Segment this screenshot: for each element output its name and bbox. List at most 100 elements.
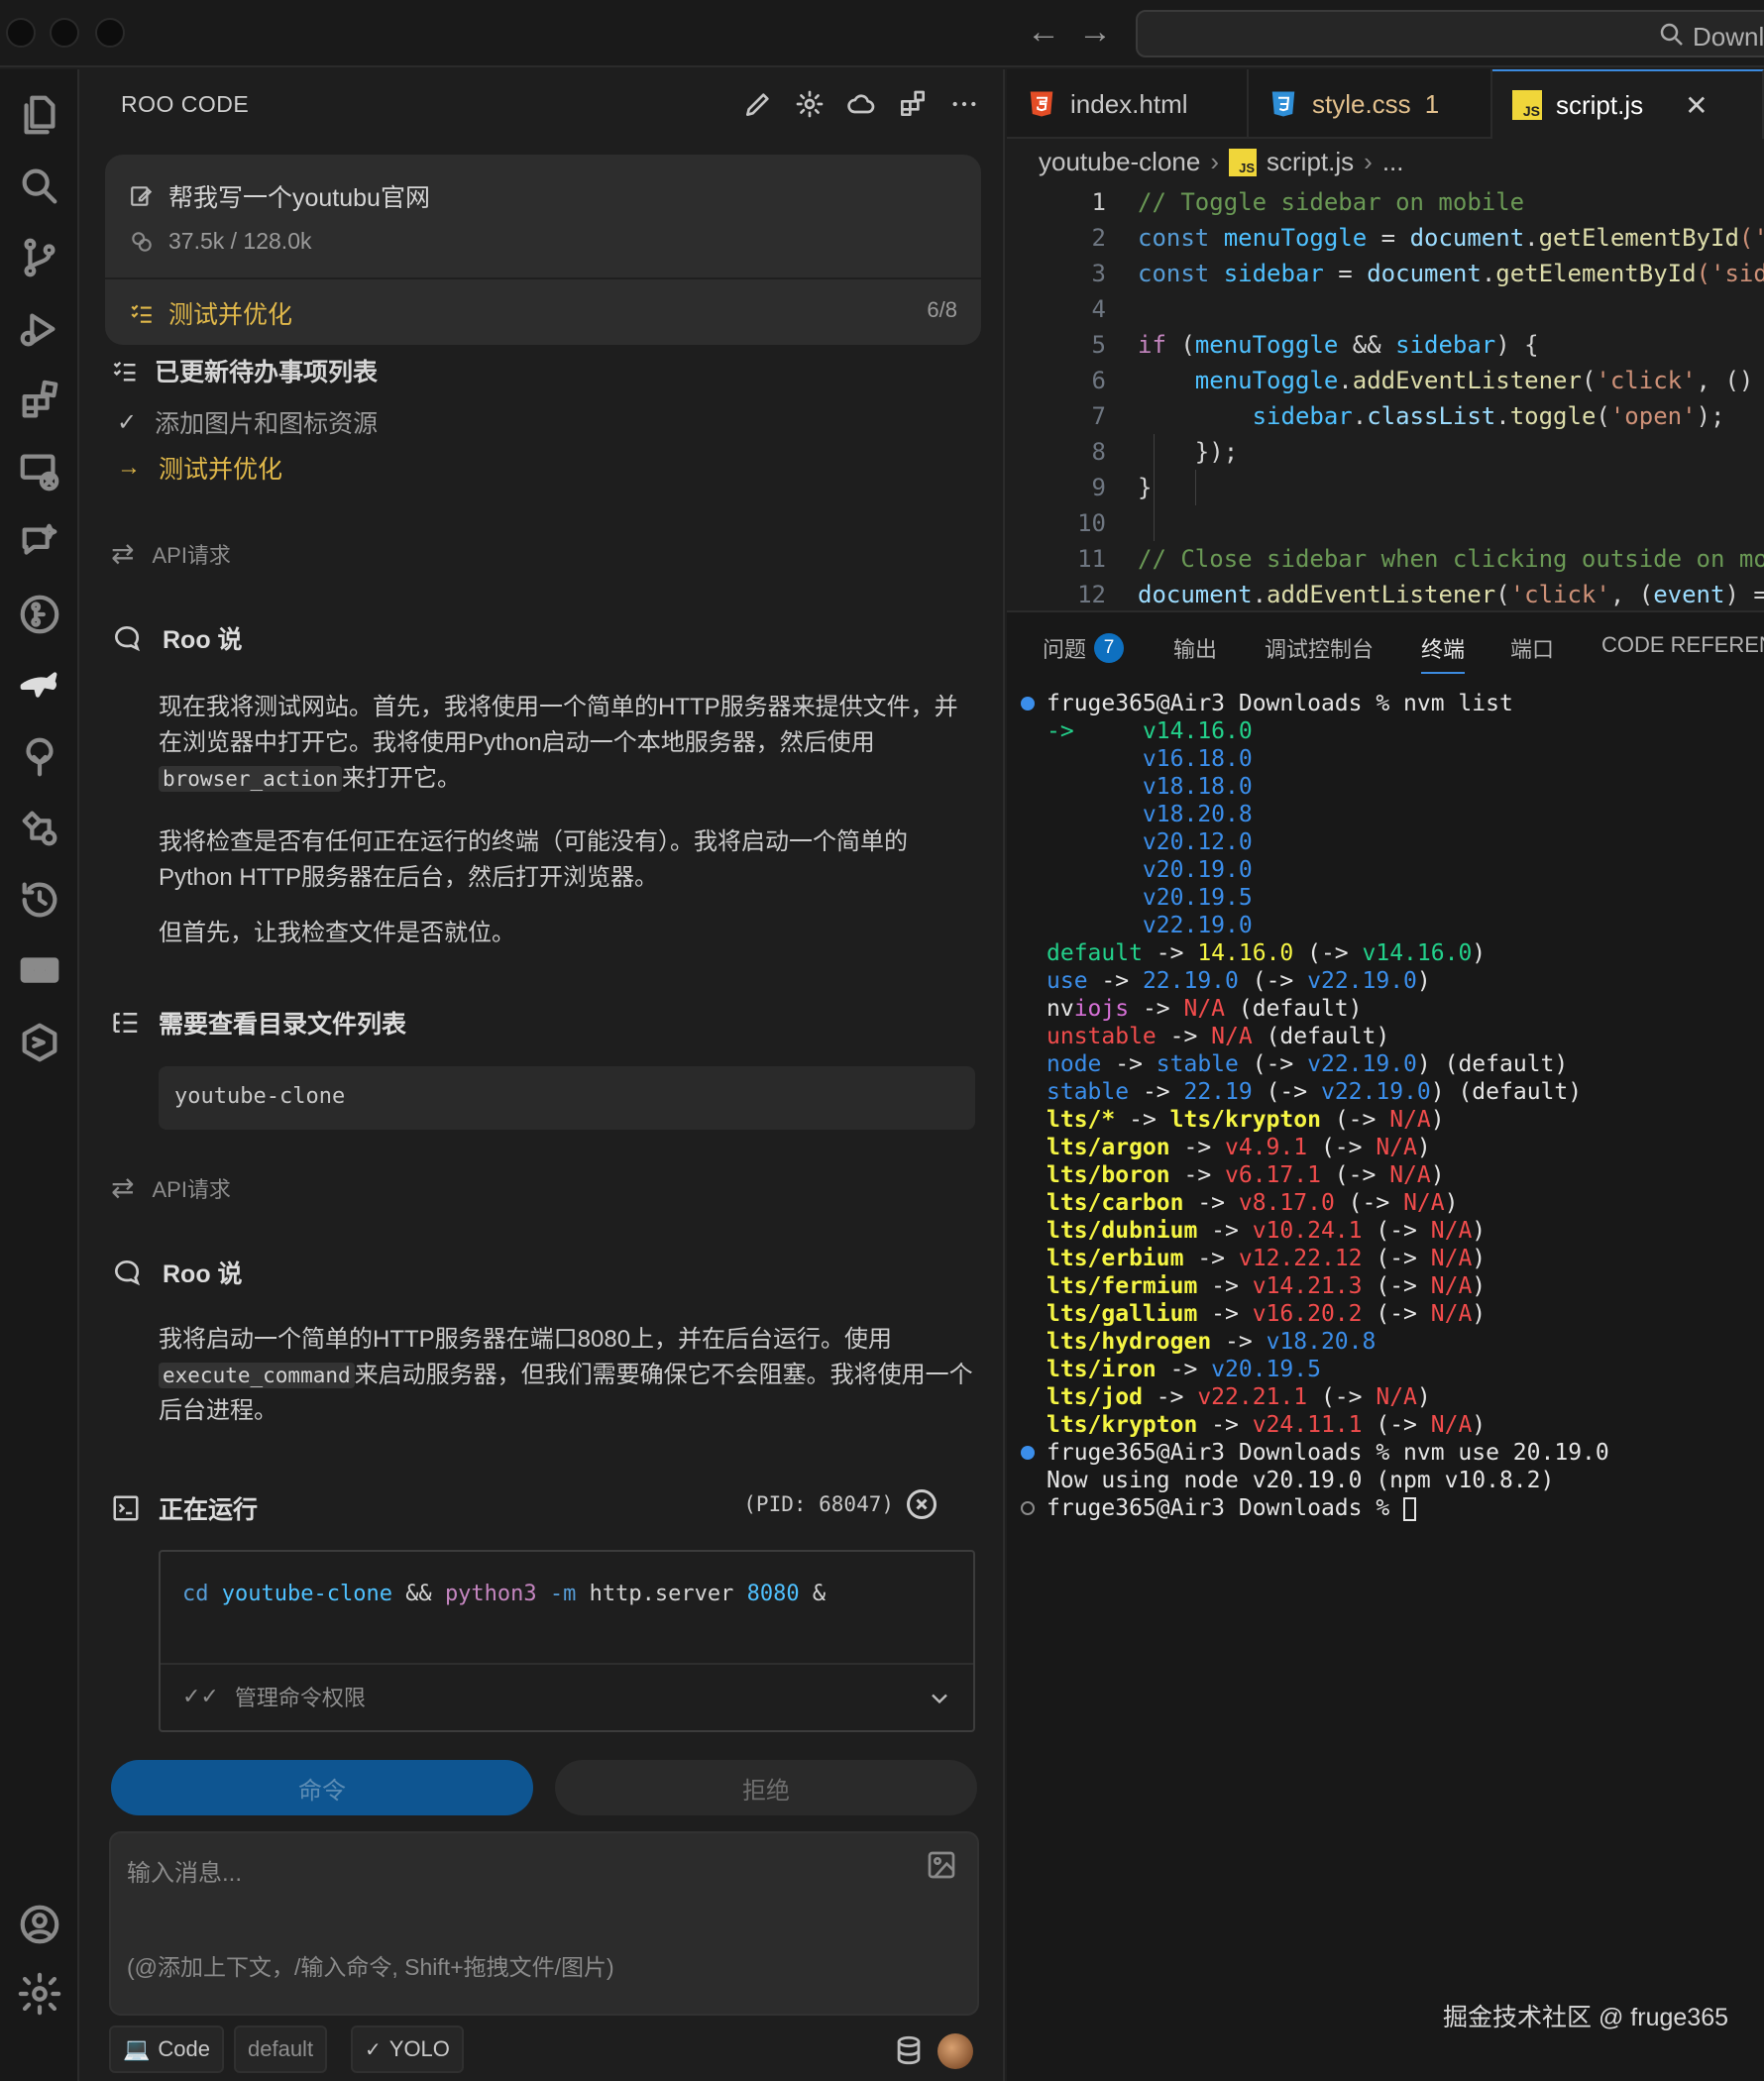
panel-tab[interactable]: 问题 7 bbox=[1043, 632, 1125, 664]
arrow-right-icon[interactable]: → bbox=[1078, 12, 1112, 52]
terminal-line: v20.12.0 bbox=[1047, 828, 1253, 856]
more-icon[interactable] bbox=[945, 85, 983, 123]
extensions-icon[interactable] bbox=[894, 85, 932, 123]
line-number: 2 bbox=[1091, 224, 1106, 252]
mode-selector[interactable]: 💻 Code bbox=[109, 2026, 224, 2073]
account-icon[interactable] bbox=[10, 1895, 69, 1954]
close-icon[interactable]: ✕ bbox=[1685, 89, 1708, 122]
code-line[interactable]: 8 }); bbox=[1007, 434, 1764, 470]
breadcrumb-file[interactable]: script.js bbox=[1267, 147, 1354, 177]
avatar[interactable] bbox=[937, 2033, 973, 2069]
breadcrumb-more[interactable]: ... bbox=[1382, 147, 1404, 177]
code-line[interactable]: 9} bbox=[1007, 470, 1764, 505]
panel-tab-label: 输出 bbox=[1173, 637, 1218, 662]
terminal-token: (-> bbox=[1238, 1051, 1308, 1077]
terminal-token: stable bbox=[1047, 1079, 1130, 1105]
pencil-icon[interactable] bbox=[739, 85, 777, 123]
files-icon[interactable] bbox=[10, 85, 69, 145]
api-request-row[interactable]: ⇄ API请求 bbox=[111, 537, 231, 570]
flow-icon[interactable] bbox=[10, 799, 69, 858]
breadcrumb-folder[interactable]: youtube-clone bbox=[1039, 147, 1200, 177]
terminal-token: v24.11.1 bbox=[1252, 1412, 1363, 1438]
terminal-token: ) bbox=[1472, 1246, 1487, 1271]
terminal-token: -> bbox=[1047, 718, 1143, 744]
message-input[interactable]: 输入消息... (@添加上下文，/输入命令, Shift+拖拽文件/图片) bbox=[109, 1831, 979, 2016]
timeline-icon[interactable] bbox=[10, 585, 69, 644]
cmd-token: cd bbox=[182, 1582, 209, 1606]
code-line[interactable]: 6 menuToggle.addEventListener('click', (… bbox=[1007, 363, 1764, 398]
code-line[interactable]: 1 // Toggle sidebar on mobile bbox=[1007, 184, 1764, 220]
terminal-line: lts/boron -> v6.17.1 (-> N/A) bbox=[1047, 1161, 1445, 1189]
code-line[interactable]: 7 sidebar.classList.toggle('open'); bbox=[1007, 398, 1764, 434]
list-files-title: 需要查看目录文件列表 bbox=[159, 1011, 407, 1039]
code-line[interactable]: 3 const sidebar = document.getElementById… bbox=[1007, 256, 1764, 291]
command-button[interactable]: 命令 bbox=[111, 1760, 533, 1815]
panel-tab[interactable]: 端口 bbox=[1510, 632, 1554, 664]
search-icon[interactable] bbox=[10, 157, 69, 216]
terminal-line: lts/jod -> v22.21.1 (-> N/A) bbox=[1047, 1383, 1431, 1411]
cloud-icon[interactable] bbox=[842, 85, 880, 123]
tab-style-css[interactable]: style.css 1 bbox=[1249, 69, 1492, 139]
history-icon[interactable] bbox=[10, 870, 69, 930]
terminal-token: (-> bbox=[1334, 1190, 1404, 1216]
active-tab-indicator bbox=[1421, 672, 1466, 674]
hexagon-icon[interactable] bbox=[10, 1013, 69, 1072]
panel-tab[interactable]: CODE REFEREN bbox=[1601, 632, 1764, 658]
close-window-button[interactable] bbox=[6, 18, 36, 48]
terminal-token: -> bbox=[1197, 1412, 1253, 1438]
image-icon[interactable] bbox=[926, 1849, 957, 1881]
code-line[interactable]: 11 // Close sidebar when clicking outside… bbox=[1007, 541, 1764, 577]
gear-icon[interactable] bbox=[791, 85, 828, 123]
chat-box-icon[interactable] bbox=[10, 941, 69, 1001]
command-status-dot[interactable] bbox=[1021, 697, 1035, 711]
command-status-dot[interactable] bbox=[1021, 1501, 1035, 1515]
panel-tab[interactable]: 输出 bbox=[1173, 632, 1217, 664]
remote-icon[interactable] bbox=[10, 442, 69, 501]
todo-updated-title: 已更新待办事项列表 bbox=[155, 359, 379, 386]
tab-script-js[interactable]: JS script.js ✕ bbox=[1492, 69, 1764, 139]
settings-gear-icon[interactable] bbox=[10, 1964, 69, 2024]
terminal-token: (-> bbox=[1307, 1384, 1377, 1410]
code-line[interactable]: 5 if (menuToggle && sidebar) { bbox=[1007, 327, 1764, 363]
tab-index-html[interactable]: index.html bbox=[1007, 69, 1249, 139]
task-card[interactable]: 帮我写一个youtubu官网 37.5k / 128.0k 测试并优化 6/8 bbox=[105, 155, 981, 345]
terminal-token: -> bbox=[1156, 1357, 1212, 1382]
breadcrumb: youtube-clone › JS script.js › ... bbox=[1039, 147, 1403, 177]
manage-permissions-label: 管理命令权限 bbox=[234, 1686, 366, 1710]
database-icon[interactable] bbox=[892, 2033, 926, 2067]
terminal-token: v20.19.5 bbox=[1211, 1357, 1321, 1382]
tree-icon[interactable] bbox=[10, 727, 69, 787]
roo-kangaroo-icon[interactable] bbox=[10, 656, 69, 715]
close-circle-icon[interactable] bbox=[904, 1486, 939, 1522]
run-debug-icon[interactable] bbox=[10, 299, 69, 359]
terminal-token: lts/krypton bbox=[1047, 1412, 1198, 1438]
code-line[interactable]: 2 const menuToggle = document.getElementB… bbox=[1007, 220, 1764, 256]
terminal-token: ) bbox=[1472, 940, 1487, 966]
reject-button[interactable]: 拒绝 bbox=[555, 1760, 977, 1815]
arrow-left-icon[interactable]: ← bbox=[1027, 12, 1060, 52]
extensions-icon[interactable] bbox=[10, 371, 69, 430]
api-request-row[interactable]: ⇄ API请求 bbox=[111, 1171, 231, 1204]
api-request-label: API请求 bbox=[152, 542, 231, 568]
chat-icon[interactable] bbox=[10, 513, 69, 573]
panel-tab[interactable]: 终端 bbox=[1421, 632, 1466, 674]
profile-selector[interactable]: default bbox=[234, 2026, 328, 2073]
directory-path[interactable]: youtube-clone bbox=[159, 1066, 975, 1130]
yolo-toggle[interactable]: ✓ YOLO bbox=[351, 2026, 464, 2073]
cmd-token: 8080 bbox=[746, 1582, 800, 1606]
command-center-search[interactable]: Downl bbox=[1136, 10, 1764, 57]
source-control-icon[interactable] bbox=[10, 228, 69, 287]
manage-permissions-toggle[interactable]: ✓✓ 管理命令权限 bbox=[182, 1681, 366, 1712]
command-status-dot[interactable] bbox=[1021, 1446, 1035, 1460]
code-line[interactable]: 10 bbox=[1007, 505, 1764, 541]
chevron-down-icon[interactable] bbox=[926, 1685, 953, 1712]
cmd-token: & bbox=[812, 1582, 827, 1606]
minimize-window-button[interactable] bbox=[50, 18, 79, 48]
maximize-window-button[interactable] bbox=[95, 18, 125, 48]
code-line[interactable]: 4 bbox=[1007, 291, 1764, 327]
code-token: document bbox=[1367, 260, 1482, 287]
code-line[interactable]: 12 document.addEventListener('click', (ev… bbox=[1007, 577, 1764, 610]
speech-bubble-icon bbox=[115, 625, 141, 652]
command-text[interactable]: cd youtube-clone && python3 -m http.serv… bbox=[182, 1582, 826, 1606]
panel-tab[interactable]: 调试控制台 bbox=[1265, 632, 1374, 664]
